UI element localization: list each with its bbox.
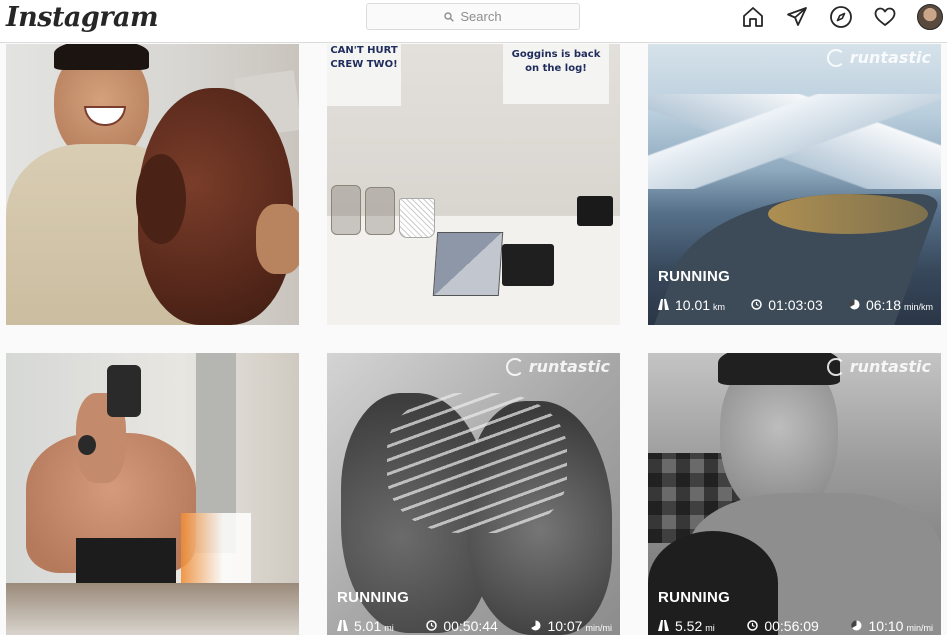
laces: [387, 393, 567, 533]
person-hair: [54, 44, 149, 70]
poodle-ear: [136, 154, 186, 244]
explore-compass-icon[interactable]: [828, 4, 854, 30]
pace-icon: [530, 620, 541, 631]
clock-icon: [426, 620, 438, 631]
distance-stat: 10.01 km: [658, 297, 725, 313]
post-thumbnail-mirror-selfie[interactable]: [6, 353, 299, 635]
search-placeholder: Search: [460, 9, 502, 24]
activity-heart-icon[interactable]: [872, 4, 898, 30]
profile-avatar[interactable]: [917, 4, 943, 30]
pace-icon: [851, 620, 862, 631]
hand: [256, 204, 299, 274]
pace-stat: 10:10 min/mi: [851, 618, 933, 634]
sink-shelf: [6, 583, 299, 635]
phone: [107, 365, 141, 417]
hair: [718, 353, 840, 385]
top-navigation-bar: Instagram Search: [0, 0, 947, 43]
distance-stat: 5.01 mi: [337, 618, 394, 634]
runtastic-logo-icon: [826, 357, 845, 376]
activity-title: RUNNING: [337, 589, 410, 606]
activity-title: RUNNING: [658, 589, 731, 606]
road-icon: [658, 620, 669, 631]
road-icon: [658, 299, 669, 310]
pace-stat: 10:07 min/mi: [530, 618, 612, 634]
runtastic-brand: runtastic: [505, 357, 610, 376]
clock-icon: [751, 299, 762, 310]
speaker: [577, 196, 613, 226]
search-icon: [444, 11, 455, 22]
direct-message-icon[interactable]: [784, 4, 810, 30]
search-input[interactable]: Search: [366, 3, 580, 30]
watch: [78, 435, 96, 455]
post-thumbnail-run-selfie[interactable]: runtastic RUNNING 5.52 mi 00:56:09 10:10 m…: [648, 353, 941, 635]
activity-title: RUNNING: [658, 268, 731, 285]
shorts: [76, 538, 176, 588]
golden-grass: [768, 194, 928, 234]
home-icon[interactable]: [740, 4, 766, 30]
kindle: [502, 244, 554, 286]
post-thumbnail-selfie-dog[interactable]: [6, 44, 299, 325]
duration-stat: 00:56:09: [747, 618, 819, 634]
sticky-note-right: Goggins is back on the log!: [503, 44, 609, 104]
post-thumbnail-desk[interactable]: CAN'T HURT CREW TWO! Goggins is back on …: [327, 44, 620, 325]
road-icon: [337, 620, 348, 631]
post-thumbnail-run-mountains[interactable]: runtastic RUNNING 10.01 km 01:03:03 06:18…: [648, 44, 941, 325]
run-stats: 5.52 mi 00:56:09 10:10 min/mi: [658, 618, 933, 634]
post-thumbnail-run-shoes[interactable]: runtastic RUNNING 5.01 mi 00:50:44 10:07 m…: [327, 353, 620, 635]
duration-stat: 00:50:44: [426, 618, 498, 634]
notebook: [432, 232, 504, 296]
runtastic-logo-icon: [826, 48, 845, 67]
pace-stat: 06:18 min/km: [849, 297, 933, 313]
run-stats: 5.01 mi 00:50:44 10:07 min/mi: [337, 618, 612, 634]
glass-jar-2: [365, 187, 395, 235]
mug: [399, 198, 435, 238]
nav-icons: [740, 4, 916, 30]
distance-stat: 5.52 mi: [658, 618, 715, 634]
runtastic-logo-icon: [505, 357, 524, 376]
mountains: [648, 94, 941, 189]
sticky-note-left: CAN'T HURT CREW TWO!: [327, 44, 401, 106]
instagram-logo[interactable]: Instagram: [6, 2, 159, 33]
duration-stat: 01:03:03: [751, 297, 823, 313]
pace-icon: [849, 299, 860, 310]
glass-jar-1: [331, 185, 361, 235]
clock-icon: [747, 620, 759, 631]
runtastic-brand: runtastic: [826, 48, 931, 67]
run-stats: 10.01 km 01:03:03 06:18 min/km: [658, 297, 933, 313]
runtastic-brand: runtastic: [826, 357, 931, 376]
